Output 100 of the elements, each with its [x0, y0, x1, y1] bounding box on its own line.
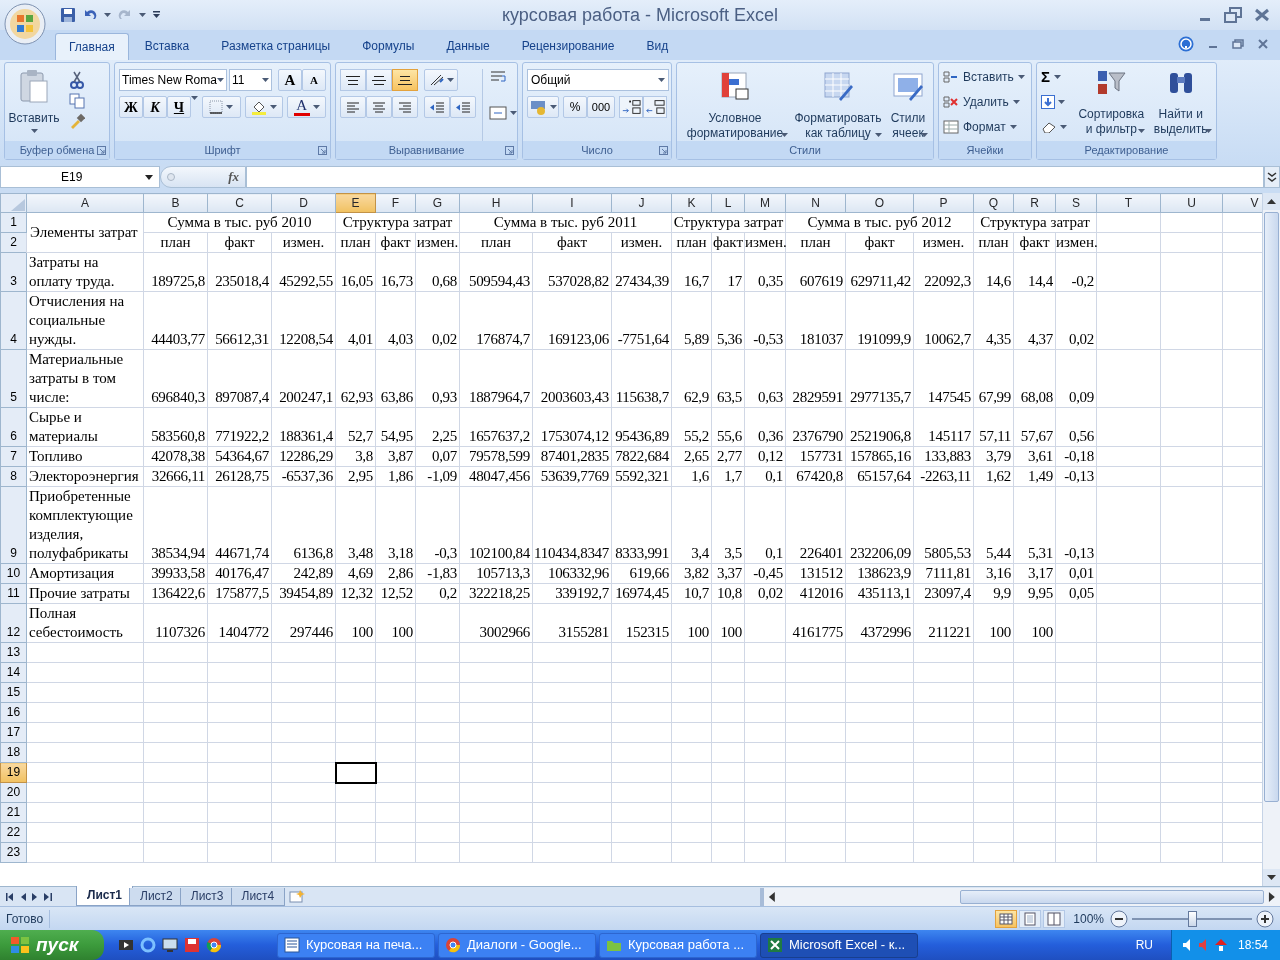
align-right-button[interactable] [392, 96, 418, 118]
row-header[interactable]: 3 [0, 252, 27, 292]
previous-sheet-icon[interactable] [20, 892, 26, 901]
start-button[interactable]: пуск [0, 930, 104, 960]
zoom-slider-thumb[interactable] [1188, 910, 1197, 927]
row-header[interactable]: 14 [0, 662, 27, 683]
column-header[interactable]: H [459, 193, 533, 213]
column-header[interactable]: J [611, 193, 672, 213]
column-header[interactable]: B [143, 193, 208, 213]
taskbar-button[interactable]: Диалоги - Google... [438, 932, 596, 958]
save-icon[interactable] [184, 937, 200, 953]
row-header[interactable]: 4 [0, 291, 27, 350]
view-button[interactable] [1019, 909, 1042, 928]
currency-button[interactable] [527, 96, 559, 118]
desktop-icon[interactable] [162, 937, 178, 953]
font-size-field[interactable]: 11 [228, 69, 272, 91]
bold-button[interactable]: Ж [119, 96, 143, 118]
grow-font-button[interactable]: A [278, 69, 302, 91]
row-header[interactable]: 13 [0, 642, 27, 663]
ribbon-tab[interactable]: Разметка страницы [205, 33, 347, 60]
view-button[interactable] [995, 909, 1018, 928]
row-header[interactable]: 9 [0, 486, 27, 564]
close-icon[interactable] [1254, 8, 1270, 22]
row-header[interactable]: 15 [0, 682, 27, 703]
number-format-field[interactable]: Общий [527, 69, 669, 91]
horizontal-scrollbar[interactable] [760, 887, 1280, 906]
column-header[interactable]: R [1013, 193, 1056, 213]
language-indicator[interactable]: RU [1135, 936, 1153, 954]
row-header[interactable]: 5 [0, 349, 27, 408]
column-header[interactable]: N [785, 193, 846, 213]
column-header[interactable]: C [207, 193, 272, 213]
ribbon-tab[interactable]: Формулы [346, 33, 431, 60]
column-header[interactable]: M [744, 193, 786, 213]
expand-icon[interactable] [1264, 166, 1280, 188]
thousands-button[interactable]: 000 [587, 96, 615, 118]
cells-button[interactable]: Удалить [943, 92, 1027, 112]
network-icon[interactable] [1213, 938, 1228, 952]
row-header[interactable]: 20 [0, 782, 27, 803]
taskbar-button[interactable]: Microsoft Excel - к... [760, 932, 918, 958]
row-header[interactable]: 8 [0, 466, 27, 487]
save-icon[interactable] [60, 7, 76, 23]
row-header[interactable]: 23 [0, 842, 27, 863]
row-header[interactable]: 12 [0, 603, 27, 643]
brush-icon[interactable] [69, 113, 85, 129]
row-header[interactable]: 7 [0, 446, 27, 467]
scroll-thumb[interactable] [959, 889, 1265, 904]
next-sheet-icon[interactable] [32, 892, 38, 901]
increase-decimal-icon[interactable] [619, 96, 643, 118]
column-header[interactable]: U [1160, 193, 1223, 213]
fill-color-button[interactable] [244, 96, 284, 118]
selected-cell[interactable] [335, 762, 376, 783]
row-header[interactable]: 17 [0, 722, 27, 743]
vertical-scrollbar[interactable] [1262, 193, 1280, 886]
column-header[interactable]: T [1096, 193, 1161, 213]
align-top-button[interactable] [340, 69, 366, 91]
column-header[interactable]: K [671, 193, 712, 213]
row-header[interactable]: 1 [0, 212, 27, 233]
media-icon[interactable] [118, 937, 134, 953]
row-header[interactable]: 11 [0, 583, 27, 604]
cells-button[interactable]: Вставить [943, 67, 1027, 87]
zoom-in-icon[interactable] [1256, 909, 1274, 928]
column-header[interactable]: I [532, 193, 612, 213]
dialog-launcher-icon[interactable] [659, 146, 668, 155]
ribbon-tab[interactable]: Рецензирование [505, 33, 631, 60]
shrink-font-button[interactable]: A [302, 69, 326, 91]
row-header[interactable]: 22 [0, 822, 27, 843]
restore-icon[interactable] [1232, 39, 1244, 49]
align-center-button[interactable] [366, 96, 392, 118]
ribbon-tab[interactable]: Вставка [128, 33, 206, 60]
align-bottom-button[interactable] [392, 69, 418, 91]
font-color-button[interactable]: A [287, 96, 326, 118]
row-header[interactable]: 18 [0, 742, 27, 763]
last-sheet-icon[interactable] [44, 892, 52, 901]
taskbar-button[interactable]: Курсовая работа ... [599, 932, 757, 958]
formula-input[interactable] [246, 166, 1264, 188]
zoom-out-icon[interactable] [1110, 909, 1128, 928]
caret-icon[interactable] [145, 174, 153, 180]
increase-indent-button[interactable] [450, 96, 476, 118]
row-header[interactable]: 10 [0, 563, 27, 584]
first-sheet-icon[interactable] [6, 892, 14, 901]
name-box[interactable]: E19 [0, 166, 160, 188]
row-header[interactable]: 2 [0, 232, 27, 253]
column-header[interactable]: S [1055, 193, 1097, 213]
styles-button[interactable]: Стили ячеек [886, 69, 930, 137]
restore-icon[interactable] [1224, 7, 1242, 23]
decrease-indent-button[interactable] [424, 96, 450, 118]
decrease-decimal-icon[interactable] [643, 96, 667, 118]
dialog-launcher-icon[interactable] [505, 146, 514, 155]
help-icon[interactable] [1178, 36, 1194, 52]
taskbar-button[interactable]: Курсовая на печа... [277, 932, 435, 958]
underline-button[interactable]: Ч [167, 96, 191, 118]
row-header[interactable]: 16 [0, 702, 27, 723]
chrome-icon[interactable] [206, 937, 222, 953]
dialog-launcher-icon[interactable] [97, 146, 106, 155]
column-header[interactable]: P [913, 193, 974, 213]
scroll-down-icon[interactable] [1263, 869, 1280, 886]
column-header[interactable]: L [711, 193, 745, 213]
column-header[interactable]: D [271, 193, 336, 213]
column-header[interactable]: V [1222, 193, 1262, 213]
cells-button[interactable]: Формат [943, 117, 1027, 137]
